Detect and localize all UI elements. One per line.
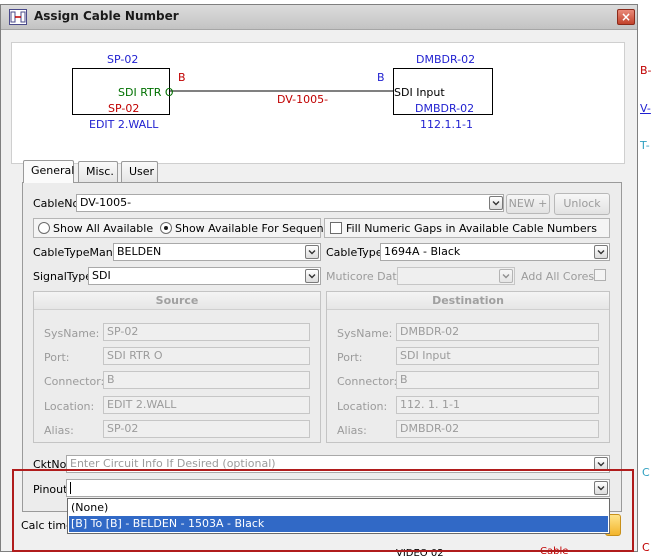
source-sysname-label: SysName: [44, 327, 100, 340]
title-bar[interactable]: Assign Cable Number × [1, 5, 637, 30]
tab-user[interactable]: User [121, 161, 158, 183]
destination-location-label: Location: [337, 400, 388, 413]
chevron-down-icon[interactable] [489, 196, 503, 210]
source-port: SDI RTR O [118, 86, 174, 99]
unlock-button[interactable]: Unlock [554, 193, 610, 215]
tab-misc[interactable]: Misc. [78, 161, 118, 183]
chevron-down-icon[interactable] [594, 245, 608, 259]
cabletype-select[interactable]: 1694A - Black [380, 243, 610, 261]
source-location-label: Location: [44, 400, 95, 413]
cable-label: DV-1005- [277, 93, 329, 106]
new-button[interactable]: NEW + [506, 194, 550, 214]
add-all-cores-label: Add All Cores [521, 270, 595, 283]
bg-fragment-5: C [642, 541, 650, 554]
multicore-label: Muticore Data [326, 270, 404, 283]
destination-connector-label: Connector: [337, 375, 398, 388]
signaltype-label: SignalType [33, 270, 93, 283]
multicore-select [397, 267, 515, 285]
source-location: EDIT 2.WALL [89, 118, 159, 131]
cabletypemanu-select[interactable]: BELDEN [113, 243, 321, 261]
destination-port-field: SDI Input [396, 347, 599, 365]
radio-show-sequence-label: Show Available For Sequence [175, 222, 337, 235]
bg-fragment-4: C [642, 466, 650, 479]
plus-icon: + [538, 197, 548, 210]
chevron-down-icon[interactable] [305, 269, 319, 283]
app-icon [9, 9, 27, 25]
radio-show-sequence[interactable] [160, 222, 172, 234]
fill-gaps-checkbox[interactable] [330, 222, 342, 234]
destination-connector: B [377, 71, 385, 84]
destination-port-label: Port: [337, 351, 363, 364]
source-connector: B [178, 71, 186, 84]
destination-sysname: DMBDR-02 [416, 53, 476, 66]
destination-header: Destination [327, 292, 609, 310]
destination-sysname-inner: DMBDR-02 [415, 102, 475, 115]
cabletype-label: CableType [326, 246, 383, 259]
source-connector-field: B [103, 371, 310, 389]
dialog-title: Assign Cable Number [34, 9, 179, 23]
cableno-label: CableNo [33, 197, 80, 210]
source-header: Source [34, 292, 320, 310]
bg-fragment-2: V- [640, 102, 651, 115]
destination-location: 112.1.1-1 [420, 118, 473, 131]
radio-show-all[interactable] [38, 222, 50, 234]
source-alias-label: Alias: [44, 424, 74, 437]
destination-connector-field: B [396, 371, 599, 389]
bg-fragment-3: T- [640, 139, 650, 152]
tab-general[interactable]: General [23, 160, 74, 183]
chevron-down-icon [499, 269, 513, 283]
destination-sysname-field: DMBDR-02 [396, 323, 599, 341]
destination-alias-field: DMBDR-02 [396, 420, 599, 438]
source-port-field: SDI RTR O [103, 347, 310, 365]
cabletypemanu-label: CableTypeManu [33, 246, 120, 259]
destination-location-field: 112. 1. 1-1 [396, 396, 599, 414]
source-location-field: EDIT 2.WALL [103, 396, 310, 414]
dropdown-option[interactable]: (None) [69, 500, 608, 516]
fill-gaps-label: Fill Numeric Gaps in Available Cable Num… [346, 222, 597, 235]
source-sysname-inner: SP-02 [108, 102, 140, 115]
connection-diagram: SP-02 SDI RTR O SP-02 EDIT 2.WALL B DV-1… [11, 42, 625, 164]
new-button-label: NEW [508, 197, 535, 210]
destination-alias-label: Alias: [337, 424, 367, 437]
source-alias-field: SP-02 [103, 420, 310, 438]
source-sysname: SP-02 [107, 53, 139, 66]
pinout-dropdown-list: (None) [B] To [B] - BELDEN - 1503A - Bla… [67, 498, 610, 534]
dropdown-option-selected[interactable]: [B] To [B] - BELDEN - 1503A - Black [69, 516, 608, 532]
close-button[interactable]: × [617, 9, 635, 25]
signaltype-select[interactable]: SDI [88, 267, 321, 285]
bg-fragment-1: B- [640, 64, 652, 77]
radio-show-all-label: Show All Available [53, 222, 154, 235]
source-sysname-field: SP-02 [103, 323, 310, 341]
chevron-down-icon[interactable] [305, 245, 319, 259]
destination-port: SDI Input [394, 86, 445, 99]
destination-sysname-label: SysName: [337, 327, 393, 340]
source-port-label: Port: [44, 351, 70, 364]
source-connector-label: Connector: [44, 375, 105, 388]
add-all-cores-checkbox [594, 269, 606, 281]
cableno-combo[interactable]: DV-1005- [76, 194, 504, 212]
